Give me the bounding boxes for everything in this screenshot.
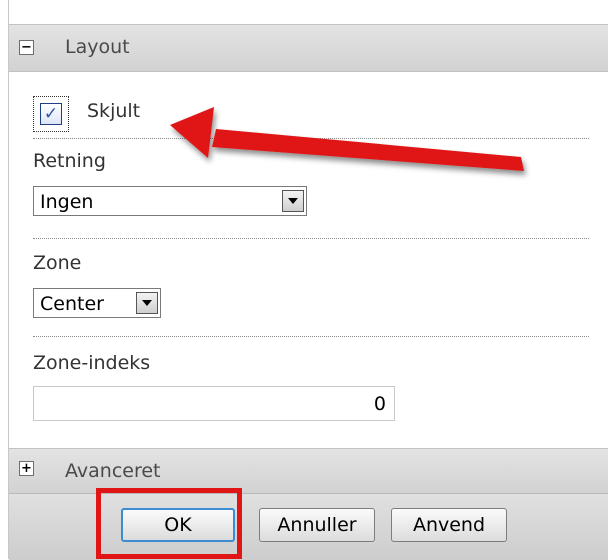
annotation-arrow-shaft bbox=[212, 129, 524, 171]
annotation-arrow-icon bbox=[170, 107, 524, 171]
annotation-arrow-head bbox=[170, 107, 214, 158]
ok-button-highlight bbox=[96, 488, 242, 559]
